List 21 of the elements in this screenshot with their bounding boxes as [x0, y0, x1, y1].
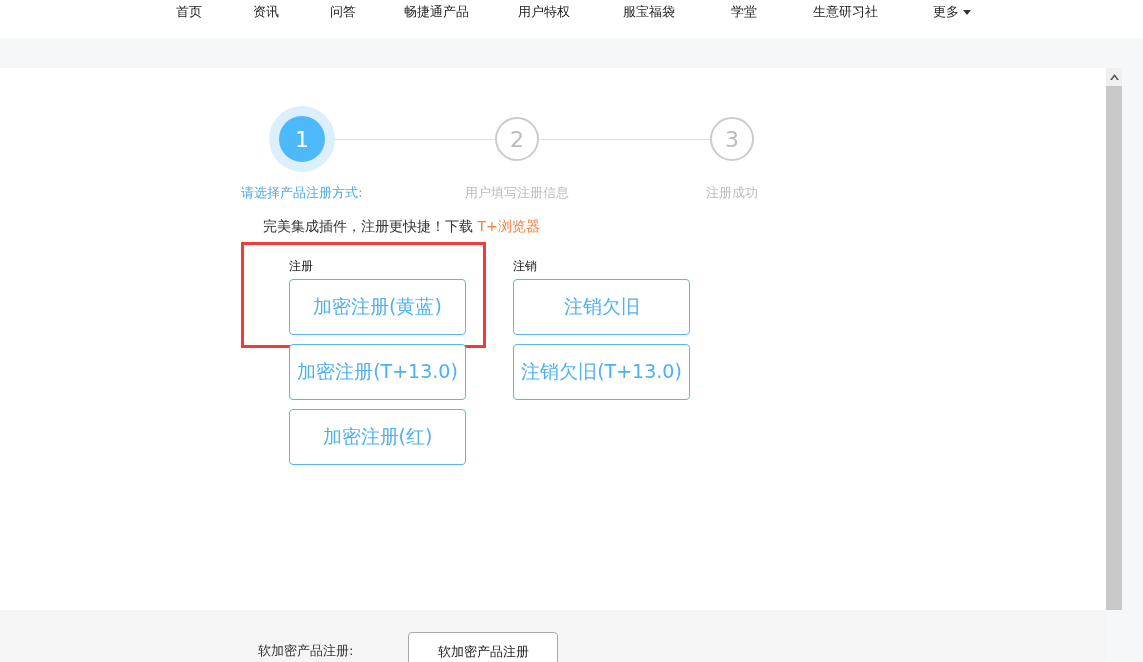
promo-text: 完美集成插件，注册更快捷！下载: [263, 218, 473, 234]
group-title: 注销: [513, 258, 538, 275]
nav-link[interactable]: 首页: [150, 3, 227, 21]
nav-link[interactable]: 用户特权: [492, 3, 595, 21]
step-number: 3: [710, 117, 754, 161]
nav-link[interactable]: 畅捷通产品: [381, 3, 492, 21]
nav-link[interactable]: 问答: [304, 3, 381, 21]
nav-link[interactable]: 生意研习社: [786, 3, 904, 21]
step-label: 用户填写注册信息: [465, 184, 569, 202]
step-number: 2: [495, 117, 539, 161]
step-label: 注册成功: [706, 184, 758, 202]
step-label: 请选择产品注册方式:: [241, 184, 363, 202]
nav-link[interactable]: 服宝福袋: [595, 3, 702, 21]
nav-link[interactable]: 学堂: [702, 3, 786, 21]
nav-link[interactable]: 资讯: [227, 3, 304, 21]
nav-link[interactable]: 更多: [904, 3, 1000, 21]
group-title: 注册: [289, 258, 314, 275]
soft-register-button[interactable]: 软加密产品注册: [408, 632, 558, 662]
soft-register-label: 软加密产品注册:: [258, 642, 355, 660]
scroll-up-icon[interactable]: [1109, 74, 1119, 80]
scrollbar[interactable]: [1106, 68, 1122, 610]
